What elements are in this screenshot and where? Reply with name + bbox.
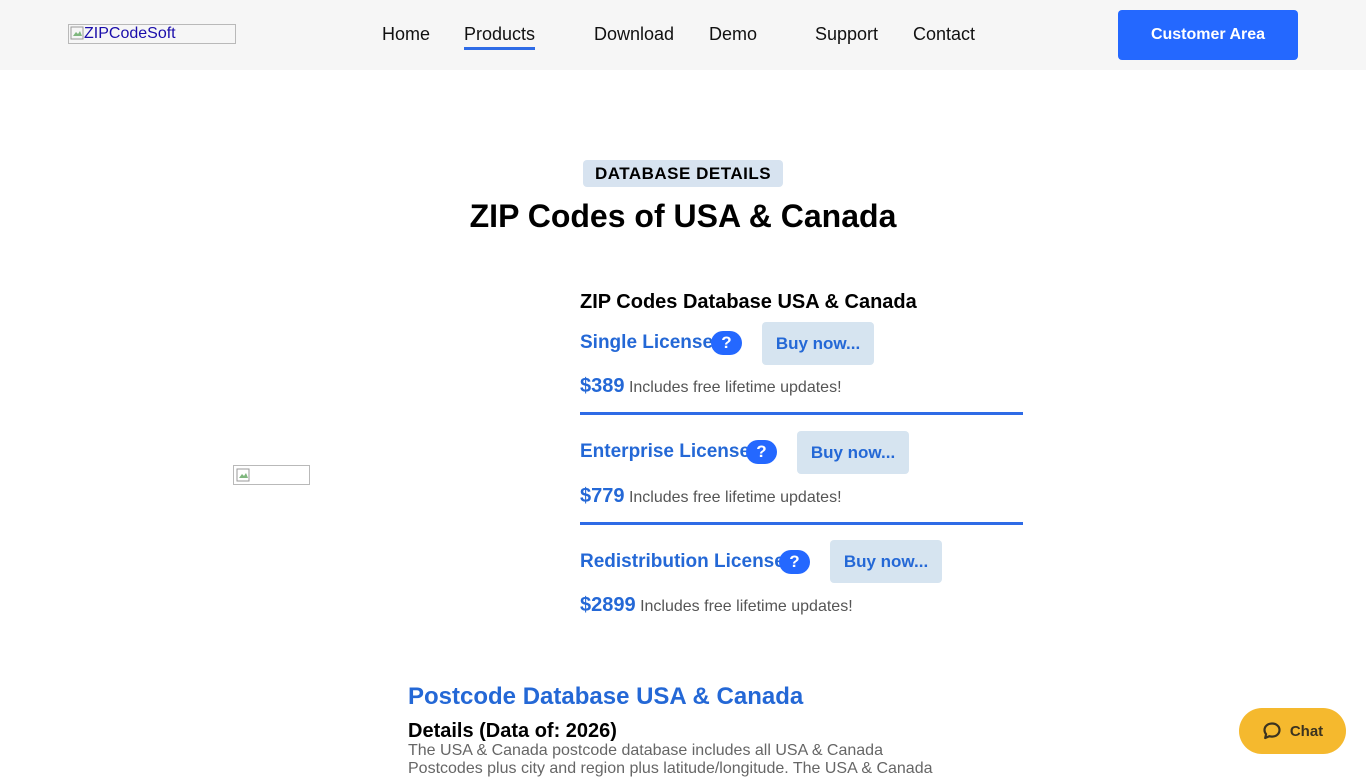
top-navigation-bar: ZIPCodeSoft Home Products Download Demo … — [0, 0, 1366, 70]
product-image-placeholder — [233, 465, 310, 485]
nav-products[interactable]: Products — [464, 24, 536, 50]
license-divider — [580, 522, 1023, 525]
customer-area-button[interactable]: Customer Area — [1118, 10, 1298, 60]
broken-image-icon — [70, 26, 84, 40]
price-note: Includes free lifetime updates! — [640, 598, 853, 615]
license-name-redistribution: Redistribution License — [580, 551, 785, 572]
nav-support[interactable]: Support — [815, 24, 878, 45]
nav-home[interactable]: Home — [382, 24, 430, 45]
buy-now-button-enterprise[interactable]: Buy now... — [797, 431, 909, 474]
price-enterprise: $779 Includes free lifetime updates! — [580, 485, 842, 509]
details-title: Details (Data of: 2026) — [408, 720, 617, 742]
license-divider — [580, 412, 1023, 415]
nav-contact[interactable]: Contact — [913, 24, 975, 45]
section-badge: DATABASE DETAILS — [583, 160, 783, 187]
license-name-enterprise: Enterprise License — [580, 441, 751, 462]
license-name-single: Single License — [580, 332, 714, 353]
chat-label: Chat — [1289, 722, 1324, 740]
help-icon[interactable]: ? — [746, 440, 777, 464]
product-heading: ZIP Codes Database USA & Canada — [580, 291, 917, 313]
chat-bubble-icon — [1263, 722, 1281, 740]
buy-now-button-redistribution[interactable]: Buy now... — [830, 540, 942, 583]
buy-now-button-single[interactable]: Buy now... — [762, 322, 874, 365]
site-logo[interactable]: ZIPCodeSoft — [68, 24, 236, 44]
price-amount: $389 — [580, 375, 625, 397]
page-title: ZIP Codes of USA & Canada — [469, 198, 897, 234]
price-single: $389 Includes free lifetime updates! — [580, 375, 842, 399]
price-note: Includes free lifetime updates! — [628, 489, 842, 506]
nav-download[interactable]: Download — [594, 24, 674, 45]
site-logo-alt-text: ZIPCodeSoft — [84, 25, 176, 42]
section-title: Postcode Database USA & Canada — [408, 683, 804, 710]
price-amount: $779 — [580, 485, 625, 507]
price-redistribution: $2899 Includes free lifetime updates! — [580, 594, 853, 618]
price-amount: $2899 — [580, 594, 636, 616]
price-note: Includes free lifetime updates! — [628, 379, 842, 396]
help-icon[interactable]: ? — [711, 331, 742, 355]
chat-button[interactable]: Chat — [1239, 708, 1346, 754]
details-text: The USA & Canada postcode database inclu… — [408, 742, 933, 777]
nav-demo[interactable]: Demo — [709, 24, 757, 45]
help-icon[interactable]: ? — [779, 550, 810, 574]
broken-image-icon — [236, 468, 250, 482]
